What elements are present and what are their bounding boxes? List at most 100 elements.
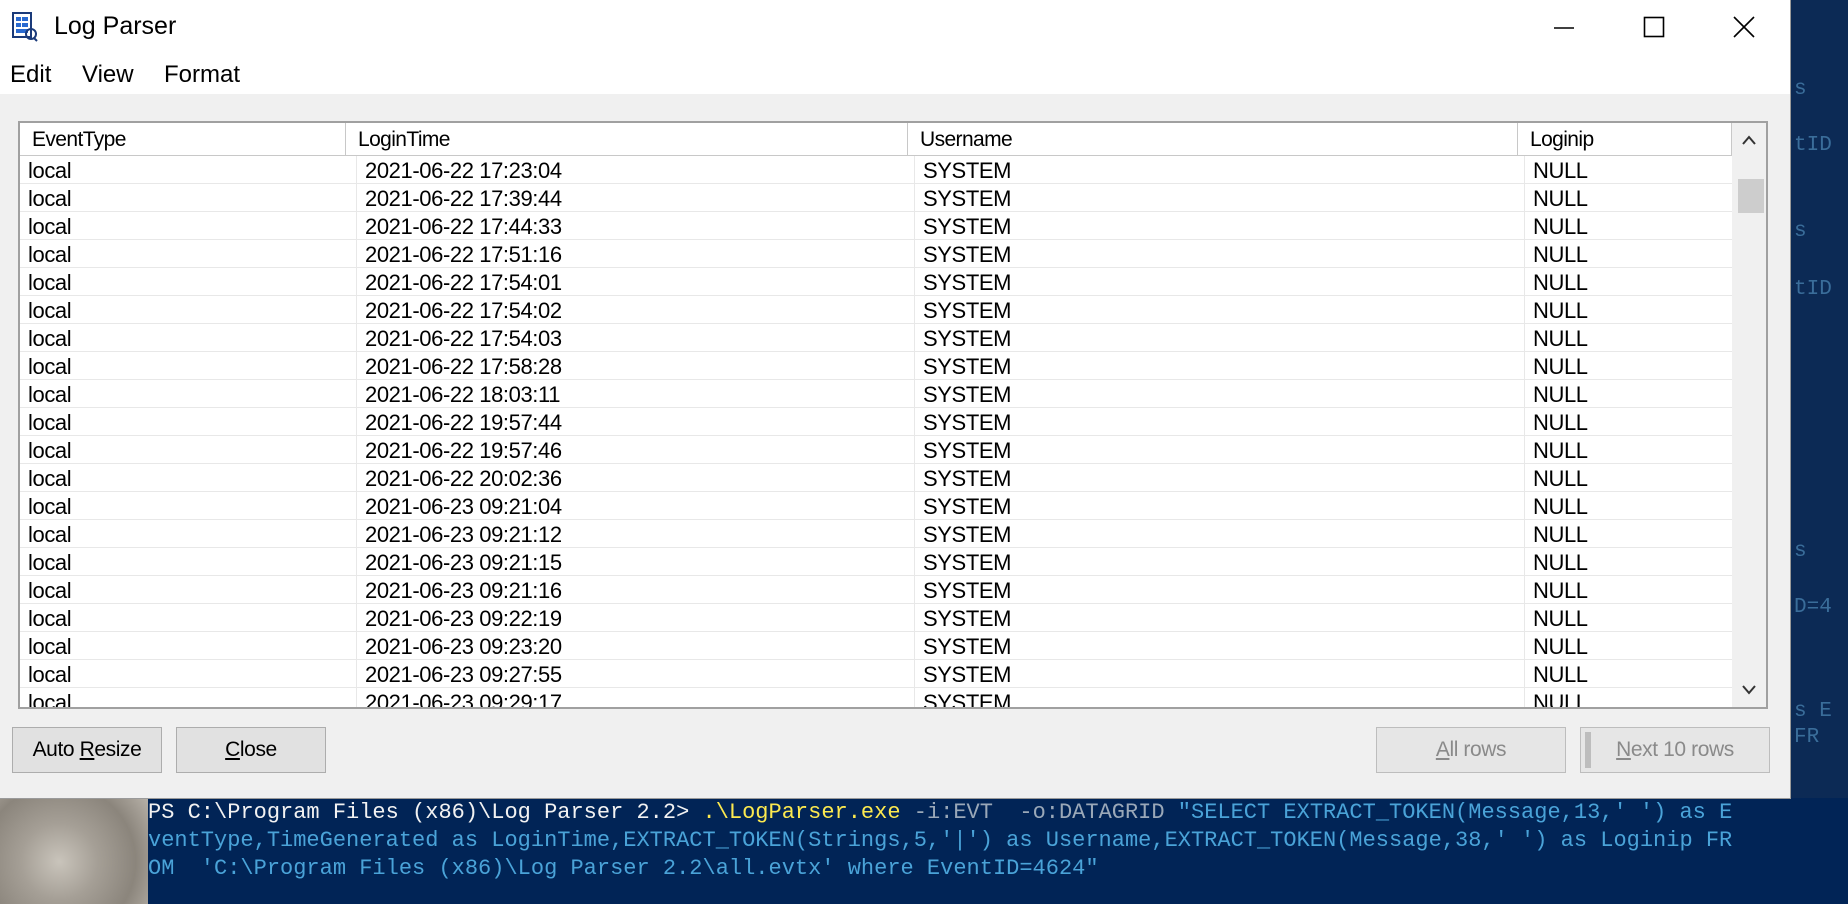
table-row[interactable]: local 2021-06-23 09:22:19 SYSTEM NULL (20, 604, 1732, 632)
app-icon (12, 12, 38, 42)
table-row[interactable]: local 2021-06-22 17:54:01 SYSTEM NULL (20, 268, 1732, 296)
table-row[interactable]: local 2021-06-23 09:21:16 SYSTEM NULL (20, 576, 1732, 604)
cell-loginip: NULL (1524, 604, 1588, 632)
cell-eventtype: local (28, 354, 72, 379)
title-bar[interactable]: Log Parser (0, 0, 1790, 54)
cell-loginip: NULL (1524, 660, 1588, 688)
cell-logintime: 2021-06-23 09:27:55 (356, 660, 562, 688)
cell-loginip: NULL (1524, 268, 1588, 296)
table-row[interactable]: local 2021-06-23 09:21:04 SYSTEM NULL (20, 492, 1732, 520)
table-row[interactable]: local 2021-06-22 19:57:44 SYSTEM NULL (20, 408, 1732, 436)
grid-rows: local 2021-06-22 17:23:04 SYSTEM NULL local 2… (20, 156, 1732, 707)
console-fragment: s (1794, 540, 1807, 563)
cell-logintime: 2021-06-22 17:54:03 (356, 324, 562, 352)
table-row[interactable]: local 2021-06-23 09:21:15 SYSTEM NULL (20, 548, 1732, 576)
close-button[interactable]: Close (176, 727, 326, 773)
scroll-up-button[interactable] (1732, 123, 1766, 157)
cell-logintime: 2021-06-22 19:57:44 (356, 408, 562, 436)
column-header-username[interactable]: Username (908, 123, 1518, 155)
console-command-line-2: ventType,TimeGenerated as LoginTime,EXTR… (148, 828, 1733, 853)
column-header-eventtype[interactable]: EventType (20, 123, 346, 155)
cell-eventtype: local (28, 522, 72, 547)
cell-username: SYSTEM (914, 520, 1011, 548)
cell-username: SYSTEM (914, 296, 1011, 324)
cell-username: SYSTEM (914, 184, 1011, 212)
auto-resize-label: Auto (32, 738, 80, 761)
close-icon (1733, 16, 1755, 38)
cell-logintime: 2021-06-23 09:29:17 (356, 688, 562, 707)
log-parser-window: Log Parser Edit View Format EventType Lo… (0, 0, 1791, 799)
cell-loginip: NULL (1524, 352, 1588, 380)
next-10-rows-button[interactable]: Next 10 rows (1580, 727, 1770, 773)
table-row[interactable]: local 2021-06-22 17:44:33 SYSTEM NULL (20, 212, 1732, 240)
auto-resize-mnemonic: R (79, 738, 95, 761)
cell-loginip: NULL (1524, 408, 1588, 436)
cell-loginip: NULL (1524, 464, 1588, 492)
cell-username: SYSTEM (914, 324, 1011, 352)
minimize-button[interactable] (1518, 0, 1610, 54)
console-command-line-1: PS C:\Program Files (x86)\Log Parser 2.2… (148, 800, 1732, 825)
all-rows-button[interactable]: All rows (1376, 727, 1566, 773)
cell-logintime: 2021-06-22 17:54:02 (356, 296, 562, 324)
table-row[interactable]: local 2021-06-23 09:27:55 SYSTEM NULL (20, 660, 1732, 688)
cell-loginip: NULL (1524, 156, 1588, 184)
vertical-scrollbar[interactable] (1732, 123, 1766, 707)
cell-eventtype: local (28, 158, 72, 183)
cell-logintime: 2021-06-22 17:54:01 (356, 268, 562, 296)
minimize-icon (1554, 27, 1574, 29)
menu-edit[interactable]: Edit (10, 61, 51, 89)
table-row[interactable]: local 2021-06-23 09:23:20 SYSTEM NULL (20, 632, 1732, 660)
cell-username: SYSTEM (914, 436, 1011, 464)
cell-eventtype: local (28, 438, 72, 463)
close-mnemonic: C (225, 738, 240, 761)
table-row[interactable]: local 2021-06-22 18:03:11 SYSTEM NULL (20, 380, 1732, 408)
cell-logintime: 2021-06-23 09:21:04 (356, 492, 562, 520)
cell-logintime: 2021-06-22 17:51:16 (356, 240, 562, 268)
auto-resize-label-rest: esize (94, 738, 142, 761)
cell-logintime: 2021-06-22 17:23:04 (356, 156, 562, 184)
cell-eventtype: local (28, 270, 72, 295)
table-row[interactable]: local 2021-06-22 17:58:28 SYSTEM NULL (20, 352, 1732, 380)
cell-loginip: NULL (1524, 576, 1588, 604)
table-row[interactable]: local 2021-06-22 17:54:03 SYSTEM NULL (20, 324, 1732, 352)
menu-view[interactable]: View (82, 61, 134, 89)
cell-username: SYSTEM (914, 688, 1011, 707)
close-label: lose (239, 738, 277, 761)
scrollbar-thumb[interactable] (1738, 179, 1764, 213)
table-row[interactable]: local 2021-06-22 17:39:44 SYSTEM NULL (20, 184, 1732, 212)
menu-format[interactable]: Format (164, 61, 240, 89)
cell-loginip: NULL (1524, 324, 1588, 352)
console-fragment: s (1794, 78, 1807, 101)
cell-logintime: 2021-06-22 20:02:36 (356, 464, 562, 492)
table-row[interactable]: local 2021-06-22 17:51:16 SYSTEM NULL (20, 240, 1732, 268)
results-datagrid[interactable]: EventType LoginTime Username Loginip loc… (18, 121, 1768, 709)
console-fragment: tID (1794, 134, 1832, 157)
table-row[interactable]: local 2021-06-22 17:54:02 SYSTEM NULL (20, 296, 1732, 324)
table-row[interactable]: local 2021-06-22 20:02:36 SYSTEM NULL (20, 464, 1732, 492)
maximize-button[interactable] (1608, 0, 1700, 54)
cell-eventtype: local (28, 382, 72, 407)
cell-logintime: 2021-06-22 18:03:11 (356, 380, 560, 408)
console-prompt: PS C:\Program Files (x86)\Log Parser 2.2… (148, 800, 703, 825)
cell-loginip: NULL (1524, 184, 1588, 212)
column-header-loginip[interactable]: Loginip (1518, 123, 1732, 155)
powershell-console[interactable]: PS C:\Program Files (x86)\Log Parser 2.2… (148, 798, 1848, 904)
maximize-icon (1643, 16, 1665, 38)
cell-loginip: NULL (1524, 296, 1588, 324)
cell-eventtype: local (28, 578, 72, 603)
cell-username: SYSTEM (914, 212, 1011, 240)
console-command-line-3: OM 'C:\Program Files (x86)\Log Parser 2.… (148, 856, 1099, 881)
table-row[interactable]: local 2021-06-23 09:21:12 SYSTEM NULL (20, 520, 1732, 548)
cell-loginip: NULL (1524, 548, 1588, 576)
cell-eventtype: local (28, 326, 72, 351)
auto-resize-button[interactable]: Auto Resize (12, 727, 162, 773)
cell-loginip: NULL (1524, 380, 1588, 408)
window-close-button[interactable] (1698, 0, 1790, 54)
desktop-wallpaper-rock (0, 798, 148, 904)
column-header-logintime[interactable]: LoginTime (346, 123, 908, 155)
table-row[interactable]: local 2021-06-22 19:57:46 SYSTEM NULL (20, 436, 1732, 464)
cell-eventtype: local (28, 214, 72, 239)
table-row[interactable]: local 2021-06-22 17:23:04 SYSTEM NULL (20, 156, 1732, 184)
scroll-down-button[interactable] (1732, 673, 1766, 707)
table-row[interactable]: local 2021-06-23 09:29:17 SYSTEM NULL (20, 688, 1732, 707)
